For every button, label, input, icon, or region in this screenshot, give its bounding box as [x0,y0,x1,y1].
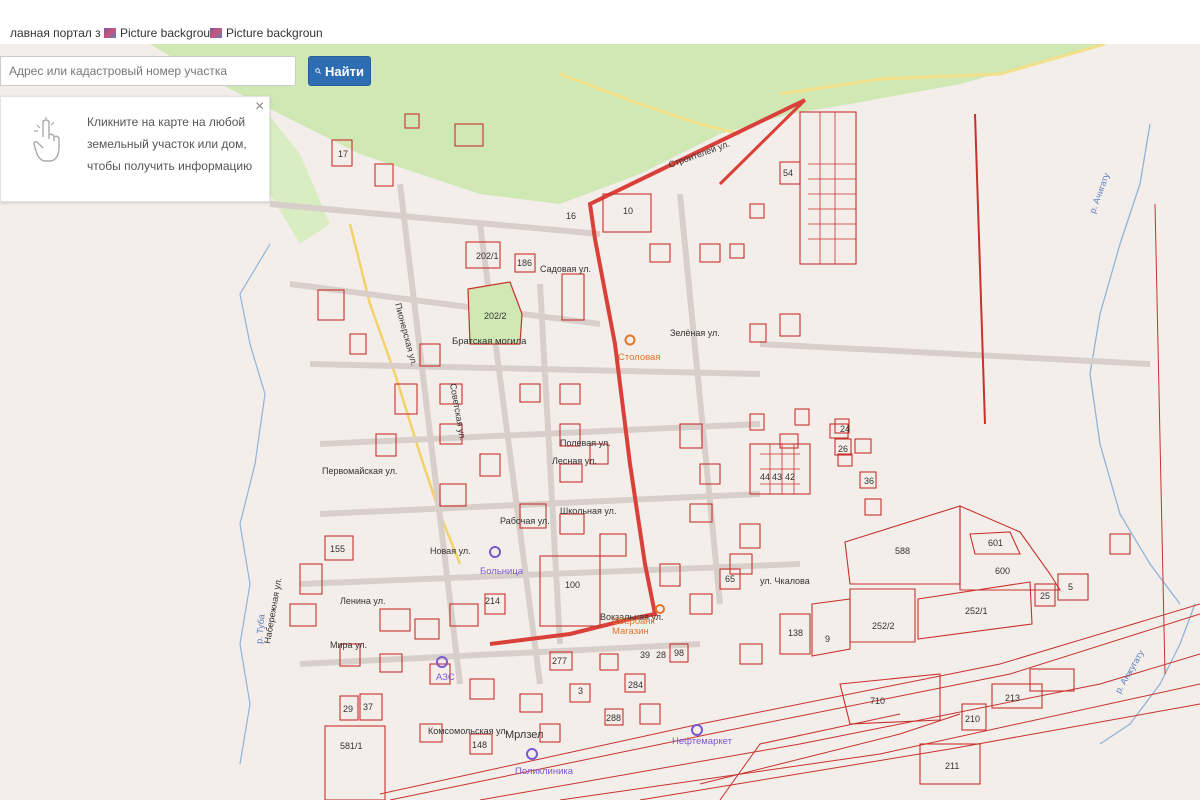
parcel-label: 211 [945,761,959,771]
parcel-label: 252/1 [965,606,988,616]
parcel-label: 214 [485,596,500,606]
parcel-label: 9 [825,634,830,644]
image-icon [210,28,222,38]
tab-picture-background-2[interactable]: Picture backgroun [210,26,323,40]
tab-main-portal[interactable]: лавная портал з [10,26,101,40]
hand-pointer-icon [33,117,60,162]
parcel-label: 43 [772,472,782,482]
tab-label: Picture backgroun [226,26,323,40]
parcel-label: 581/1 [340,741,363,751]
parcel-label: 24 [840,424,850,434]
parcel-label: 16 [566,211,576,221]
street-label: Братская могила [452,336,527,347]
poi-label: Мрлзел [505,729,543,741]
street-label: Мира ул. [330,640,367,650]
poi-label: Поликлиника [515,766,574,777]
search-input[interactable] [0,56,296,86]
parcel-label: 25 [1040,591,1050,601]
street-label: Школьная ул. [560,506,616,516]
street-label: Зелёная ул. [670,328,720,338]
parcel-label: 3 [578,686,583,696]
street-label: Полевая ул. [560,438,611,448]
street-label: Садовая ул. [540,264,591,274]
parcel-label: 186 [517,258,532,268]
parcel-label: 213 [1005,693,1020,703]
poi-label: Больница [480,566,524,577]
poi-label: Нефтемаркет [672,736,733,747]
street-label: Лесная ул. [552,456,597,466]
street-label: ул. Чкалова [760,576,810,586]
parcel-label: 39 [640,650,650,660]
street-label: Комсомольская ул. [428,726,508,736]
search-bar: Найти [0,56,372,90]
parcel-label: 100 [565,580,580,590]
tab-picture-background-1[interactable]: Picture backgroun [104,26,217,40]
street-label: Первомайская ул. [322,466,397,476]
street-label: Ленина ул. [340,596,385,606]
parcel-label: 5 [1068,582,1073,592]
parcel-label: 42 [785,472,795,482]
parcel-label: 277 [552,656,567,666]
parcel-label: 138 [788,628,803,638]
parcel-label: 28 [656,650,666,660]
poi-label: АЗС [436,672,455,683]
parcel-label: 202/2 [484,311,507,321]
parcel-label: 284 [628,680,643,690]
street-label: Новая ул. [430,546,471,556]
parcel-label: 288 [606,713,621,723]
image-icon [104,28,116,38]
parcel-label: 37 [363,702,373,712]
search-icon [315,68,321,74]
parcel-label: 588 [895,546,910,556]
close-icon[interactable]: × [255,99,264,115]
parcel-label: 17 [338,149,348,159]
info-text: Кликните на карте на любой земельный уча… [87,115,253,173]
browser-tab-bar: лавная портал з Picture backgroun Pictur… [0,0,1200,44]
parcel-label: 202/1 [476,251,499,261]
tab-label: Picture backgroun [120,26,217,40]
poi-label: Магазин [612,626,649,637]
parcel-label: 600 [995,566,1010,576]
street-label: Рабочая ул. [500,516,550,526]
street-label: Столовая [618,352,660,363]
parcel-label: 710 [870,696,885,706]
parcel-label: 252/2 [872,621,895,631]
parcel-label: 210 [965,714,980,724]
info-popup: Кликните на карте на любой земельный уча… [0,96,270,202]
parcel-label: 148 [472,740,487,750]
parcel-label: 44 [760,472,770,482]
parcel-label: 10 [623,206,633,216]
search-button[interactable]: Найти [308,56,371,86]
tab-label: лавная портал з [10,26,101,40]
parcel-label: 29 [343,704,353,714]
parcel-label: 155 [330,544,345,554]
parcel-label: 54 [783,168,793,178]
parcel-label: 601 [988,538,1003,548]
parcel-label: 26 [838,444,848,454]
parcel-label: 65 [725,574,735,584]
parcel-label: 36 [864,476,874,486]
search-button-label: Найти [325,63,364,79]
parcel-label: 98 [674,648,684,658]
